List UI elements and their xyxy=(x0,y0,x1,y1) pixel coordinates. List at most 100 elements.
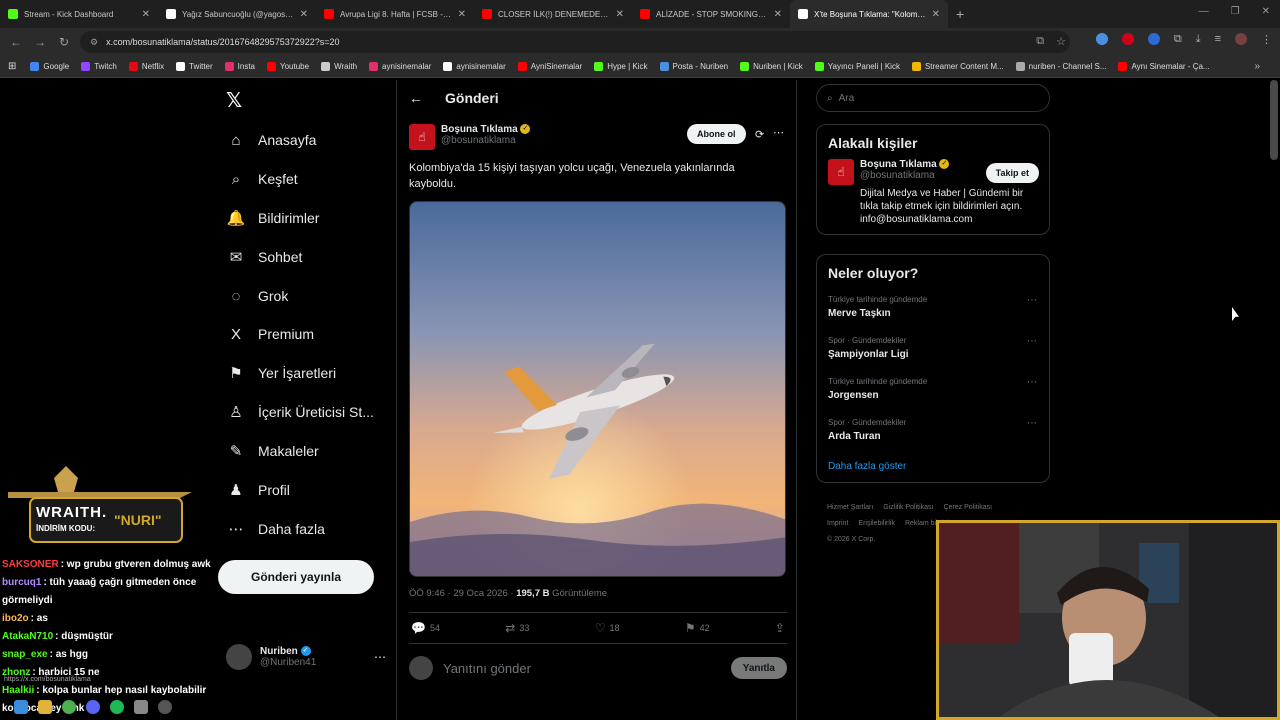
close-tab-icon[interactable]: ✕ xyxy=(142,9,150,20)
browser-tab[interactable]: Stream - Kick Dashboard ✕ xyxy=(0,0,158,28)
nav-item[interactable]: ⌂ Anasayfa xyxy=(226,126,316,154)
bookmark-item[interactable]: Google xyxy=(30,62,69,71)
nav-item[interactable]: ⌕ Keşfet xyxy=(226,165,298,193)
extension-icon[interactable] xyxy=(1121,33,1134,45)
download-icon[interactable]: ⤓ xyxy=(1196,33,1201,46)
repost-button[interactable]: ⇄ 33 xyxy=(505,621,529,635)
bookmark-item[interactable]: Twitter xyxy=(176,62,213,71)
install-app-icon[interactable]: ⧉ xyxy=(1036,35,1044,48)
page-scrollbar[interactable] xyxy=(1270,80,1278,160)
subscribe-button[interactable]: Abone ol xyxy=(687,124,746,144)
minimize-icon[interactable]: — xyxy=(1199,6,1209,17)
search-input[interactable]: ⌕ Ara xyxy=(816,84,1050,112)
menu-icon[interactable]: ⋮ xyxy=(1261,33,1272,46)
close-window-icon[interactable]: ✕ xyxy=(1262,6,1270,17)
nav-item[interactable]: ♟ Profil xyxy=(226,476,290,504)
bookmark-item[interactable]: Streamer Content M... xyxy=(911,62,1004,71)
bookmark-item[interactable]: Posta - Nuriben xyxy=(659,62,728,71)
x-logo-icon[interactable]: 𝕏 xyxy=(226,88,242,113)
back-arrow-icon[interactable]: ← xyxy=(409,90,423,106)
more-icon[interactable]: ⋯ xyxy=(374,650,386,664)
account-switcher[interactable]: Nuriben ✓ @Nuriben41 ⋯ xyxy=(226,644,386,670)
bookmark-star-icon[interactable]: ☆ xyxy=(1056,35,1066,48)
media-controls-icon[interactable]: ≡ xyxy=(1215,33,1221,46)
nav-item[interactable]: ✎ Makaleler xyxy=(226,437,319,465)
more-icon[interactable]: ⋯ xyxy=(1027,377,1037,388)
close-tab-icon[interactable]: ✕ xyxy=(458,9,466,20)
follow-button[interactable]: Takip et xyxy=(985,163,1039,183)
site-info-icon[interactable]: ⚙ xyxy=(90,37,98,48)
bookmark-item[interactable]: Wraith xyxy=(321,62,357,71)
app-icon[interactable] xyxy=(134,700,148,714)
footer-link[interactable]: Erişilebilirlik xyxy=(858,520,895,527)
reply-input[interactable]: Yanıtını gönder xyxy=(443,661,731,676)
more-icon[interactable]: ⋯ xyxy=(773,126,784,139)
browser-tab[interactable]: CLOSER İLK(!) DENEMEDE BAŞA… ✕ xyxy=(474,0,632,28)
related-avatar[interactable]: ☝ xyxy=(828,159,854,185)
close-tab-icon[interactable]: ✕ xyxy=(932,9,940,20)
bookmark-item[interactable]: AyniSinemalar xyxy=(517,62,582,71)
related-person[interactable]: ☝ Boşuna Tıklama ✓ @bosunatiklama Dijita… xyxy=(817,151,1049,234)
grok-icon[interactable]: ⟳ xyxy=(755,128,764,141)
bookmark-item[interactable]: Twitch xyxy=(81,62,117,71)
discord-icon[interactable] xyxy=(86,700,100,714)
browser-tab[interactable]: ALİZADE - STOP SMOKING (Of… ✕ xyxy=(632,0,790,28)
footer-link[interactable]: Imprint xyxy=(827,520,848,527)
more-bookmarks-icon[interactable]: » xyxy=(1254,61,1260,72)
bookmark-item[interactable]: Youtube xyxy=(267,62,309,71)
bookmark-item[interactable]: Insta xyxy=(224,62,255,71)
extension-icon[interactable] xyxy=(1095,33,1108,45)
apps-icon[interactable]: ⊞ xyxy=(8,61,16,72)
bookmark-item[interactable]: Yayıncı Paneli | Kick xyxy=(814,62,900,71)
new-tab-button[interactable]: + xyxy=(956,6,964,22)
bookmark-item[interactable]: aynisinemalar xyxy=(443,62,506,71)
reload-icon[interactable]: ↻ xyxy=(52,35,76,49)
bookmark-item[interactable]: Hype | Kick xyxy=(594,62,648,71)
like-button[interactable]: ♡ 18 xyxy=(595,621,620,635)
more-icon[interactable]: ⋯ xyxy=(1027,418,1037,429)
nav-item[interactable]: ✉ Sohbet xyxy=(226,243,303,271)
forward-icon[interactable]: → xyxy=(28,35,52,49)
close-tab-icon[interactable]: ✕ xyxy=(616,9,624,20)
chrome-icon[interactable] xyxy=(62,700,76,714)
spotify-icon[interactable] xyxy=(110,700,124,714)
bookmark-item[interactable]: nuriben - Channel S... xyxy=(1015,62,1106,71)
nav-item[interactable]: X Premium xyxy=(226,320,314,348)
trend-item[interactable]: Spor · Gündemdekiler Şampiyonlar Ligi ⋯ xyxy=(817,330,1049,371)
nav-item[interactable]: ♙ İçerik Üreticisi St... xyxy=(226,398,374,426)
back-icon[interactable]: ← xyxy=(4,35,28,49)
browser-tab[interactable]: Avrupa Ligi 8. Hafta | FCSB - Fe… ✕ xyxy=(316,0,474,28)
close-tab-icon[interactable]: ✕ xyxy=(300,9,308,20)
nav-item[interactable]: ⋯ Daha fazla xyxy=(226,515,325,543)
nav-item[interactable]: 🔔 Bildirimler xyxy=(226,204,320,232)
footer-link[interactable]: Gizlilik Politikası xyxy=(883,504,933,511)
bookmark-button[interactable]: ⚑ 42 xyxy=(685,621,710,635)
post-image[interactable] xyxy=(409,201,786,577)
browser-tab[interactable]: Yağız Sabuncuoğlu (@yagosab… ✕ xyxy=(158,0,316,28)
nav-item[interactable]: ◌ Grok xyxy=(226,282,289,310)
extension-shield-icon[interactable] xyxy=(1147,33,1160,45)
share-button[interactable]: ⇪ xyxy=(775,621,785,635)
nav-item[interactable]: ⚑ Yer İşaretleri xyxy=(226,359,336,387)
footer-link[interactable]: Çerez Politikası xyxy=(943,504,992,511)
footer-link[interactable]: Hizmet Şartları xyxy=(827,504,873,511)
show-more-link[interactable]: Daha fazla göster xyxy=(817,453,1049,482)
more-icon[interactable]: ⋯ xyxy=(1027,336,1037,347)
obs-icon[interactable] xyxy=(158,700,172,714)
close-tab-icon[interactable]: ✕ xyxy=(774,9,782,20)
profile-avatar[interactable] xyxy=(1235,33,1247,45)
trend-item[interactable]: Türkiye tarihinde gündemde Merve Taşkın ⋯ xyxy=(817,289,1049,330)
extensions-puzzle-icon[interactable]: ⧉ xyxy=(1174,33,1182,46)
address-bar[interactable]: ⚙ x.com/bosunatiklama/status/20167648295… xyxy=(80,31,1070,53)
bookmark-item[interactable]: Netflix xyxy=(128,62,164,71)
reply-submit-button[interactable]: Yanıtla xyxy=(730,657,787,679)
file-explorer-icon[interactable] xyxy=(38,700,52,714)
browser-tab[interactable]: X'te Boşuna Tıklama: "Kolombiy… ✕ xyxy=(790,0,948,28)
bookmark-item[interactable]: Aynı Sinemalar - Ça... xyxy=(1118,62,1210,71)
bookmark-item[interactable]: Nuriben | Kick xyxy=(740,62,803,71)
trend-item[interactable]: Türkiye tarihinde gündemde Jorgensen ⋯ xyxy=(817,371,1049,412)
more-icon[interactable]: ⋯ xyxy=(1027,295,1037,306)
bookmark-item[interactable]: aynisinemalar xyxy=(369,62,431,71)
reply-button[interactable]: 💬 54 xyxy=(411,621,440,635)
post-timestamp[interactable]: ÖÖ 9:46 · 29 Oca 2026 · xyxy=(409,588,516,599)
